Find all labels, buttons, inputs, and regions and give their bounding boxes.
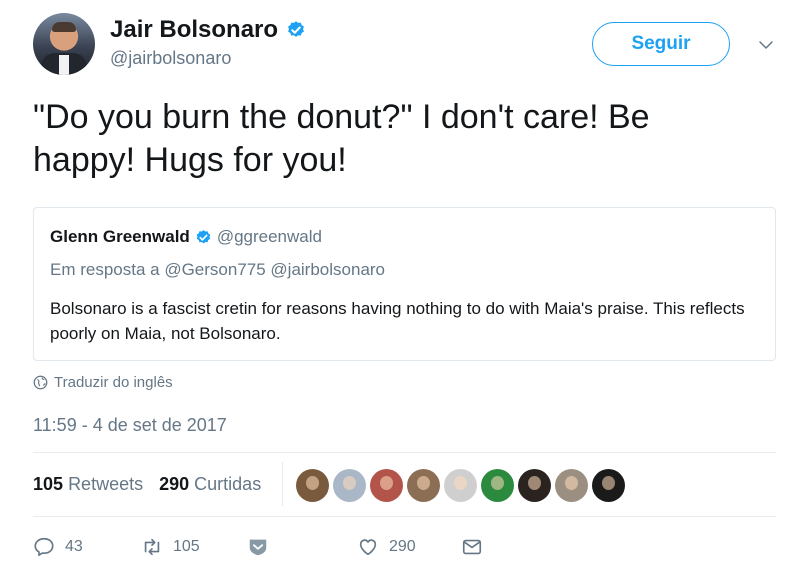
translate-label[interactable]: Traduzir do inglês xyxy=(54,374,173,391)
author-name-row[interactable]: Jair Bolsonaro xyxy=(110,16,306,44)
reply-count: 43 xyxy=(65,538,83,555)
quoted-author-name: Glenn Greenwald xyxy=(50,227,190,246)
like-count: 290 xyxy=(389,538,416,555)
likes-count: 290 xyxy=(159,474,190,494)
liker-avatar[interactable] xyxy=(296,469,329,502)
likes-label: Curtidas xyxy=(194,474,262,494)
reply-button[interactable]: 43 xyxy=(33,536,83,558)
divider-top xyxy=(33,452,776,453)
tweet-actions: 43 105 290 xyxy=(33,536,493,560)
author-name[interactable]: Jair Bolsonaro xyxy=(110,16,278,44)
translate-link[interactable]: Traduzir do inglês xyxy=(33,374,173,391)
author-handle[interactable]: @jairbolsonaro xyxy=(110,48,231,69)
avatar-hair xyxy=(52,22,76,32)
direct-message-button[interactable] xyxy=(461,536,483,558)
retweets-stat[interactable]: 105 Retweets xyxy=(33,474,143,495)
retweet-button[interactable]: 105 xyxy=(141,536,200,558)
tweet-text: "Do you burn the donut?" I don't care! B… xyxy=(33,98,650,179)
likers-avatars xyxy=(296,469,625,502)
quoted-tweet-text: Bolsonaro is a fascist cretin for reason… xyxy=(50,299,745,343)
liker-avatar[interactable] xyxy=(555,469,588,502)
liker-avatar[interactable] xyxy=(333,469,366,502)
likes-stat[interactable]: 290 Curtidas xyxy=(159,474,261,495)
quoted-author-handle: @ggreenwald xyxy=(216,227,322,246)
retweet-icon xyxy=(144,538,160,556)
quoted-reply-context: Em resposta a @Gerson775 @jairbolsonaro xyxy=(50,260,386,279)
retweets-count: 105 xyxy=(33,474,64,494)
liker-avatar[interactable] xyxy=(444,469,477,502)
follow-button[interactable]: Seguir xyxy=(592,22,730,66)
liker-avatar[interactable] xyxy=(518,469,551,502)
liker-avatar[interactable] xyxy=(370,469,403,502)
divider-bottom xyxy=(33,516,776,517)
stats-separator xyxy=(282,462,283,506)
globe-icon xyxy=(33,375,48,390)
liker-avatar[interactable] xyxy=(407,469,440,502)
share-dm-button[interactable] xyxy=(247,536,269,558)
avatar-shirt xyxy=(59,55,69,75)
engagement-stats: 105 Retweets 290 Curtidas xyxy=(33,474,261,495)
like-button[interactable]: 290 xyxy=(357,536,416,558)
tweet-timestamp[interactable]: 11:59 - 4 de set de 2017 xyxy=(33,415,227,436)
heart-icon xyxy=(359,539,377,556)
author-avatar[interactable] xyxy=(33,13,95,75)
liker-avatar[interactable] xyxy=(592,469,625,502)
retweet-count: 105 xyxy=(173,538,200,555)
quoted-tweet-header: Glenn Greenwald @ggreenwald xyxy=(50,227,322,247)
envelope-icon xyxy=(462,539,482,555)
retweets-label: Retweets xyxy=(68,474,144,494)
liker-avatar[interactable] xyxy=(481,469,514,502)
quoted-tweet-card[interactable]: Glenn Greenwald @ggreenwald Em resposta … xyxy=(33,207,776,361)
shield-dm-icon xyxy=(249,539,267,556)
verified-badge-icon xyxy=(288,21,304,37)
reply-icon xyxy=(34,537,54,557)
verified-badge-icon xyxy=(196,229,211,243)
chevron-down-icon[interactable] xyxy=(757,36,775,54)
